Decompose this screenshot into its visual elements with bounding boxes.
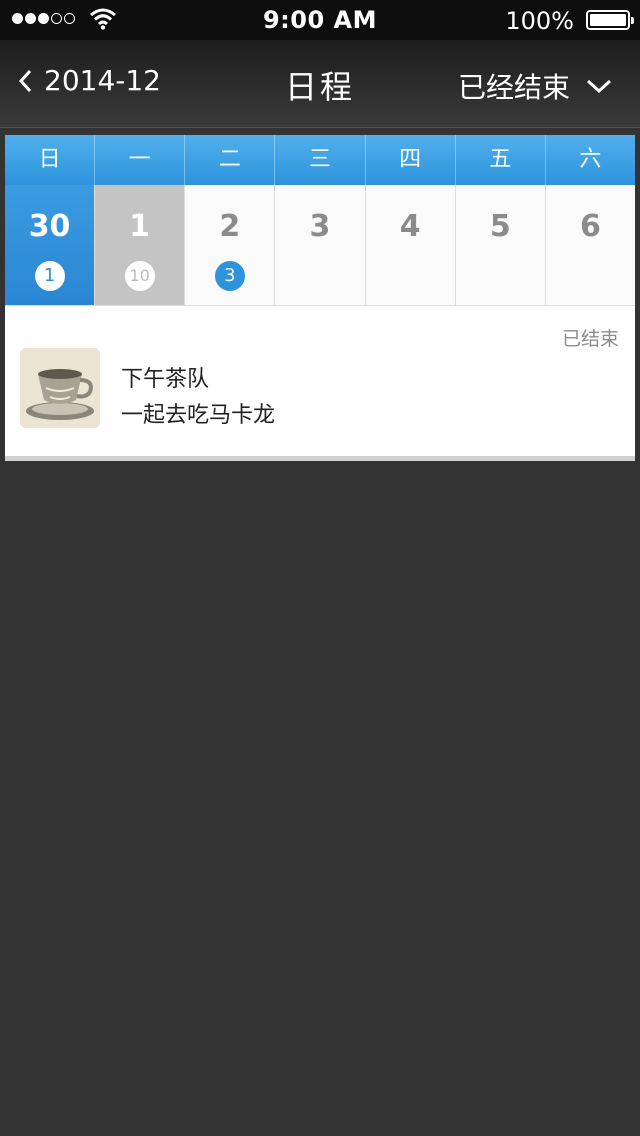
day-cell-2[interactable]: 2 3 [185,185,276,305]
event-description: 一起去吃马卡龙 [121,403,276,428]
battery-icon [586,10,634,30]
weekday-tue: 二 [185,135,276,185]
navigation-bar: 2014-12 日程 已经结束 [0,40,640,128]
day-cell-5[interactable]: 5 [456,185,546,305]
day-number: 3 [309,209,331,244]
day-number: 1 [129,209,151,244]
day-cell-3[interactable]: 3 [275,185,366,305]
event-count-badge: 3 [214,261,245,291]
day-cell-30[interactable]: 30 1 [5,185,96,305]
status-filter-dropdown[interactable]: 已经结束 [458,66,612,106]
day-number: 5 [489,209,511,244]
event-title: 下午茶队 [121,367,210,392]
weekday-mon: 一 [95,135,186,185]
day-number: 4 [399,209,421,244]
filter-label: 已经结束 [457,71,570,104]
day-cell-4[interactable]: 4 [366,185,456,305]
teacup-image [20,348,100,428]
weekday-sun: 日 [5,135,96,185]
day-cell-1[interactable]: 1 10 [95,185,186,305]
week-calendar: 日 一 二 三 四 五 六 30 1 1 10 2 3 3 4 5 6 已结束 … [5,135,635,461]
day-number: 6 [579,209,601,244]
event-status-label: 已结束 [561,328,619,350]
weekday-wed: 三 [275,135,366,185]
weekday-header: 日 一 二 三 四 五 六 [5,135,635,185]
weekday-sat: 六 [579,147,602,172]
day-number: 30 [28,209,71,244]
day-cell-6[interactable]: 6 [546,185,635,305]
chevron-down-icon [586,79,612,94]
status-bar: 9:00 AM 100% [0,0,640,40]
event-count-badge: 1 [34,261,65,291]
day-number: 2 [219,209,241,244]
battery-percent: 100% [505,7,574,35]
day-row: 30 1 1 10 2 3 3 4 5 6 [5,185,635,306]
weekday-thu: 四 [366,135,456,185]
weekday-fri: 五 [456,135,546,185]
event-list-item[interactable]: 已结束 下午茶队 一起去吃马卡龙 [5,306,635,461]
event-count-badge: 10 [124,261,155,291]
